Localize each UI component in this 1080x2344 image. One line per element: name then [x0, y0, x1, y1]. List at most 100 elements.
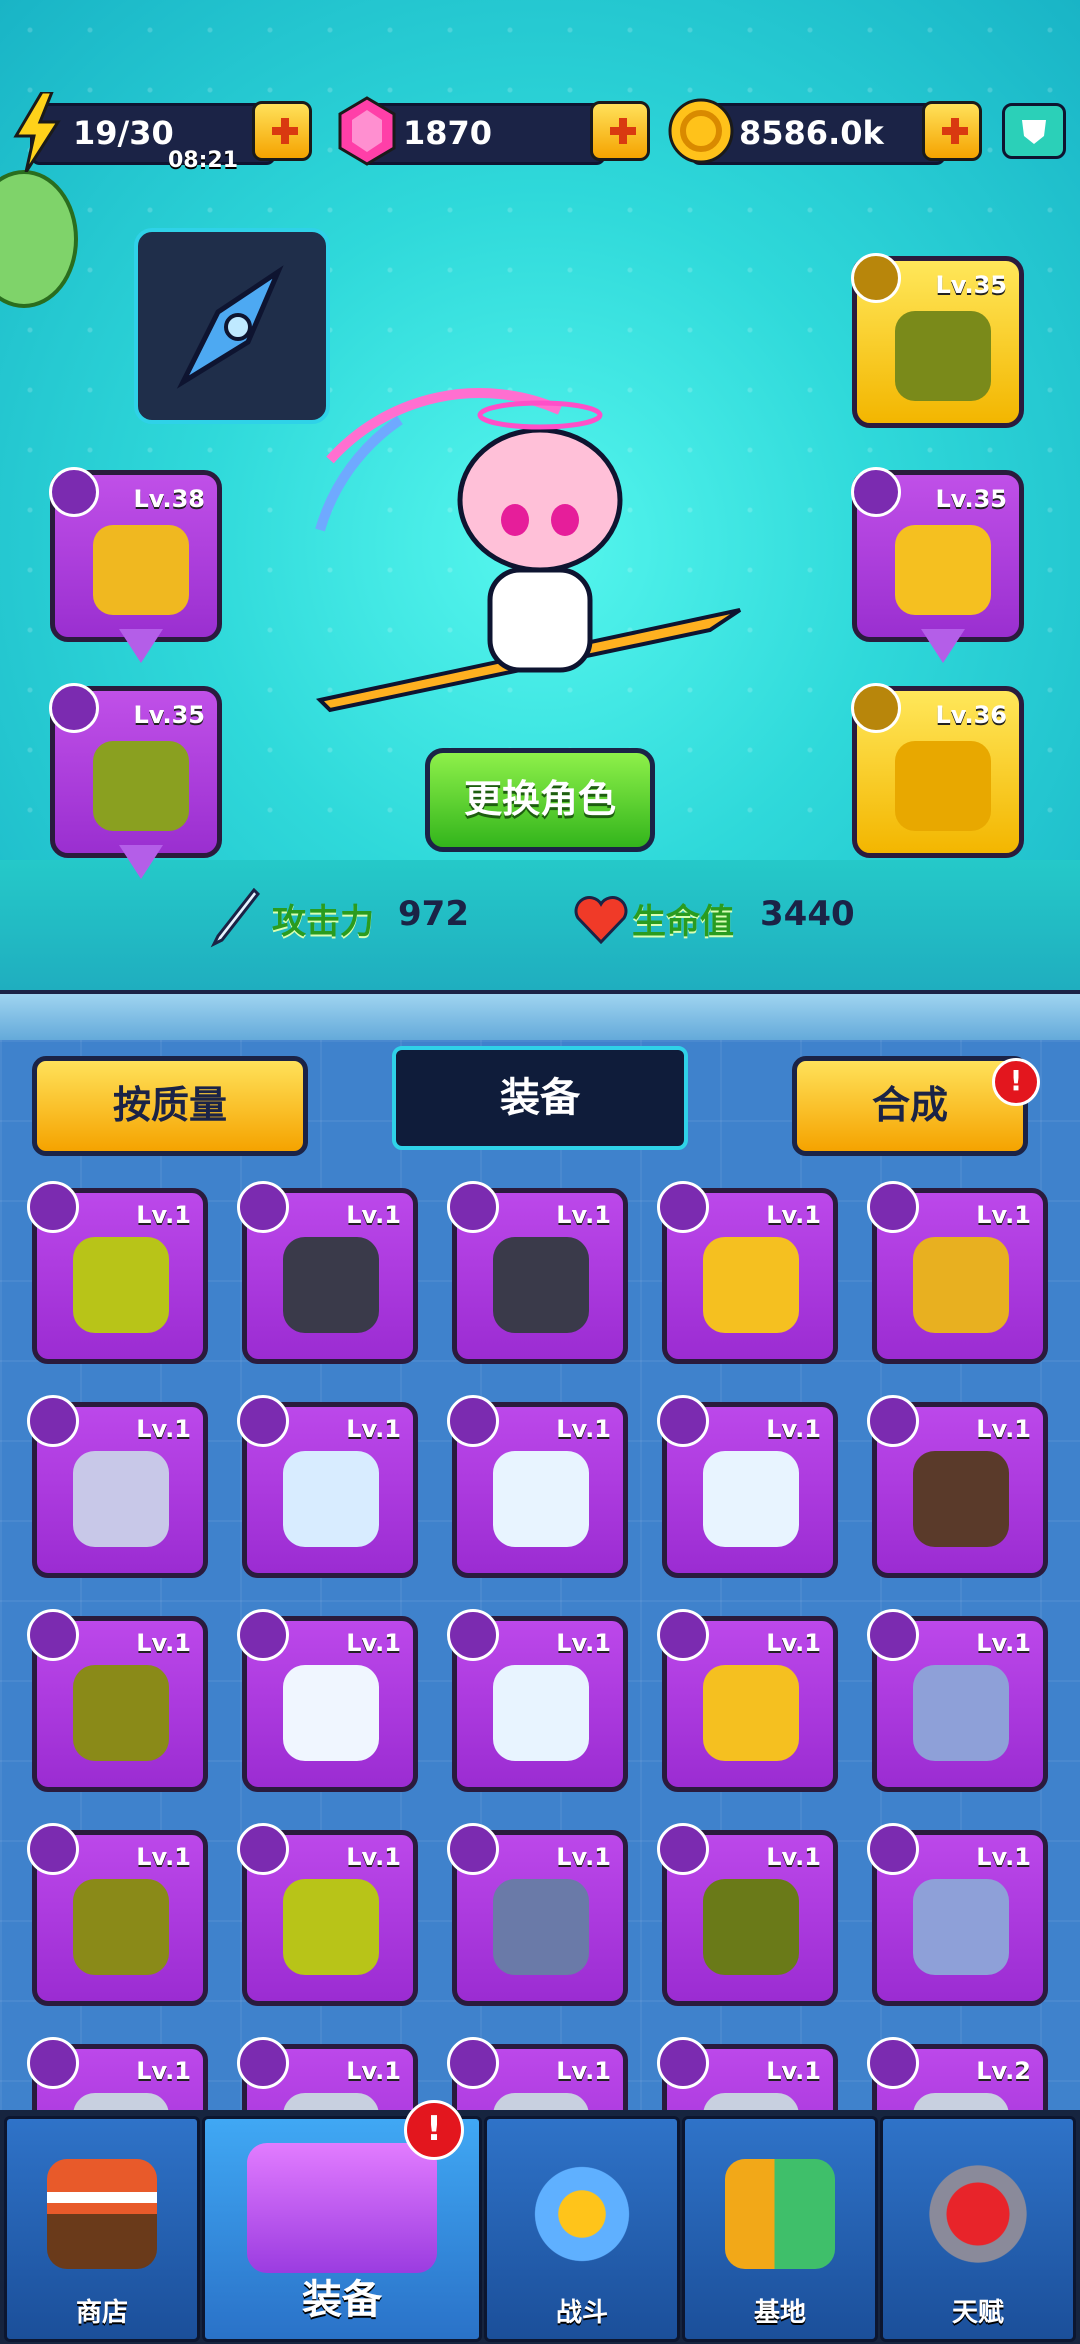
add-energy-button[interactable] — [252, 101, 312, 161]
hp-label: 生命值 — [632, 902, 734, 942]
shield-icon — [1022, 120, 1046, 144]
item-type-icon — [447, 2037, 499, 2089]
attack-value: 972 — [398, 894, 469, 934]
item-level: Lv.1 — [556, 1843, 611, 1871]
nav-battle[interactable]: 战斗 — [484, 2116, 680, 2342]
equipment-item[interactable]: Lv.1 — [657, 1181, 838, 1364]
item-type-icon — [27, 1609, 79, 1661]
item-level: Lv.1 — [136, 1843, 191, 1871]
equipment-item[interactable]: Lv.1 — [27, 1609, 208, 1792]
merge-button[interactable]: 合成 — [792, 1056, 1028, 1156]
item-art-icon — [73, 1665, 169, 1761]
item-type-icon — [237, 2037, 289, 2089]
gem-value: 1870 — [403, 114, 493, 152]
item-art-icon — [493, 1451, 589, 1547]
merge-alert-badge: ! — [992, 1058, 1040, 1106]
item-level: Lv.1 — [346, 1843, 401, 1871]
gloves-type-icon — [49, 683, 99, 733]
item-art-icon — [73, 1237, 169, 1333]
equipment-item[interactable]: Lv.1 — [27, 1823, 208, 2006]
item-level: Lv.1 — [976, 1629, 1031, 1657]
nav-label: 装备 — [302, 2277, 382, 2323]
shop-icon — [47, 2159, 157, 2269]
item-level: Lv.1 — [136, 2057, 191, 2085]
pants-type-icon — [851, 467, 901, 517]
building-icon — [725, 2159, 835, 2269]
item-type-icon — [657, 1181, 709, 1233]
item-art-icon — [283, 1237, 379, 1333]
slot-level: Lv.35 — [133, 701, 206, 729]
equipment-item[interactable]: Lv.1 — [657, 1395, 838, 1578]
equipment-item[interactable]: Lv.1 — [27, 1181, 208, 1364]
item-art-icon — [283, 1451, 379, 1547]
item-level: Lv.1 — [556, 1629, 611, 1657]
shorts-icon — [895, 525, 991, 615]
nav-equipment-alert-badge: ! — [404, 2100, 464, 2160]
menu-dropdown-button[interactable] — [1002, 103, 1066, 159]
equipment-item[interactable]: Lv.1 — [867, 1823, 1048, 2006]
equipment-item[interactable]: Lv.1 — [447, 1181, 628, 1364]
energy-bar: 19/30 — [30, 103, 276, 165]
nav-shop[interactable]: 商店 — [4, 2116, 200, 2342]
item-type-icon — [27, 1395, 79, 1447]
kunai-icon — [176, 265, 284, 389]
equipment-item[interactable]: Lv.1 — [657, 1609, 838, 1792]
item-type-icon — [27, 2037, 79, 2089]
tab-equipment[interactable]: 装备 — [392, 1046, 688, 1150]
item-level: Lv.1 — [766, 1201, 821, 1229]
item-level: Lv.1 — [136, 1201, 191, 1229]
equip-slot-necklace[interactable]: Lv.38 — [49, 467, 222, 663]
item-type-icon — [447, 1609, 499, 1661]
item-art-icon — [703, 1451, 799, 1547]
equipment-item[interactable]: Lv.1 — [867, 1181, 1048, 1364]
item-art-icon — [493, 1237, 589, 1333]
item-type-icon — [657, 2037, 709, 2089]
item-level: Lv.1 — [556, 2057, 611, 2085]
equipment-item[interactable]: Lv.1 — [447, 1395, 628, 1578]
armor-type-icon — [851, 253, 901, 303]
equipment-item[interactable]: Lv.1 — [27, 1395, 208, 1578]
nav-label: 天赋 — [951, 2298, 1004, 2328]
item-art-icon — [703, 1665, 799, 1761]
item-level: Lv.1 — [136, 1629, 191, 1657]
add-gems-button[interactable] — [590, 101, 650, 161]
blaster-icon — [247, 2143, 437, 2273]
equip-slot-armor[interactable]: Lv.35 — [851, 253, 1024, 428]
nav-base[interactable]: 基地 — [682, 2116, 878, 2342]
nav-talent[interactable]: 天赋 — [880, 2116, 1076, 2342]
hp-value: 3440 — [760, 894, 855, 934]
add-coins-button[interactable] — [922, 101, 982, 161]
item-type-icon — [237, 1609, 289, 1661]
item-art-icon — [913, 1451, 1009, 1547]
equipment-item[interactable]: Lv.1 — [447, 1823, 628, 2006]
crossed-swords-icon — [527, 2159, 637, 2269]
equipment-item[interactable]: Lv.1 — [237, 1823, 418, 2006]
weapon-slot[interactable] — [134, 228, 330, 424]
equipment-item[interactable]: Lv.1 — [447, 1609, 628, 1792]
equipment-item[interactable]: Lv.1 — [237, 1395, 418, 1578]
item-type-icon — [867, 2037, 919, 2089]
coin-value: 8586.0k — [739, 114, 884, 152]
item-art-icon — [913, 1237, 1009, 1333]
equip-slot-pants[interactable]: Lv.35 — [851, 467, 1024, 663]
equipment-item[interactable]: Lv.1 — [237, 1181, 418, 1364]
sort-by-quality-button[interactable]: 按质量 — [32, 1056, 308, 1156]
item-art-icon — [703, 1237, 799, 1333]
attack-label: 攻击力 — [272, 902, 374, 942]
item-level: Lv.1 — [976, 1843, 1031, 1871]
heart-icon — [574, 896, 628, 945]
equipment-item[interactable]: Lv.1 — [867, 1395, 1048, 1578]
item-level: Lv.1 — [346, 1201, 401, 1229]
equipment-item[interactable]: Lv.1 — [657, 1823, 838, 2006]
equipment-item[interactable]: Lv.1 — [867, 1609, 1048, 1792]
scene-floor — [0, 860, 1080, 990]
equip-slot-shoes[interactable]: Lv.36 — [851, 683, 1024, 858]
change-character-button[interactable]: 更换角色 — [425, 748, 655, 852]
equipment-item[interactable]: Lv.1 — [237, 1609, 418, 1792]
item-art-icon — [493, 1879, 589, 1975]
item-level: Lv.1 — [346, 1415, 401, 1443]
armor-icon — [895, 311, 991, 401]
coin-icon — [666, 96, 736, 166]
item-type-icon — [867, 1609, 919, 1661]
equip-slot-gloves[interactable]: Lv.35 — [49, 683, 222, 879]
